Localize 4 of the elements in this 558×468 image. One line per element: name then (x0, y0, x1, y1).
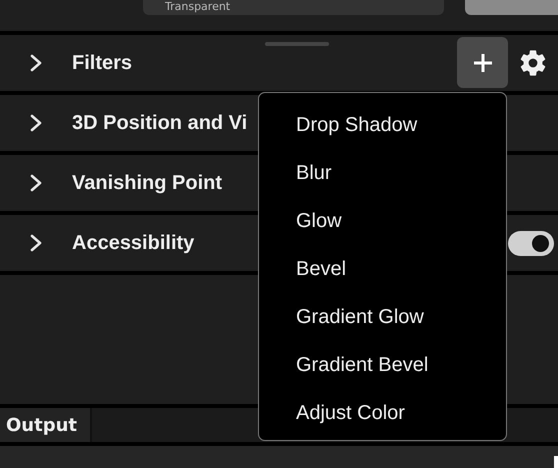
section-title: Vanishing Point (72, 172, 222, 194)
section-title: 3D Position and Vi (72, 112, 248, 134)
section-title: Filters (72, 52, 132, 74)
section-title: Accessibility (72, 232, 194, 254)
